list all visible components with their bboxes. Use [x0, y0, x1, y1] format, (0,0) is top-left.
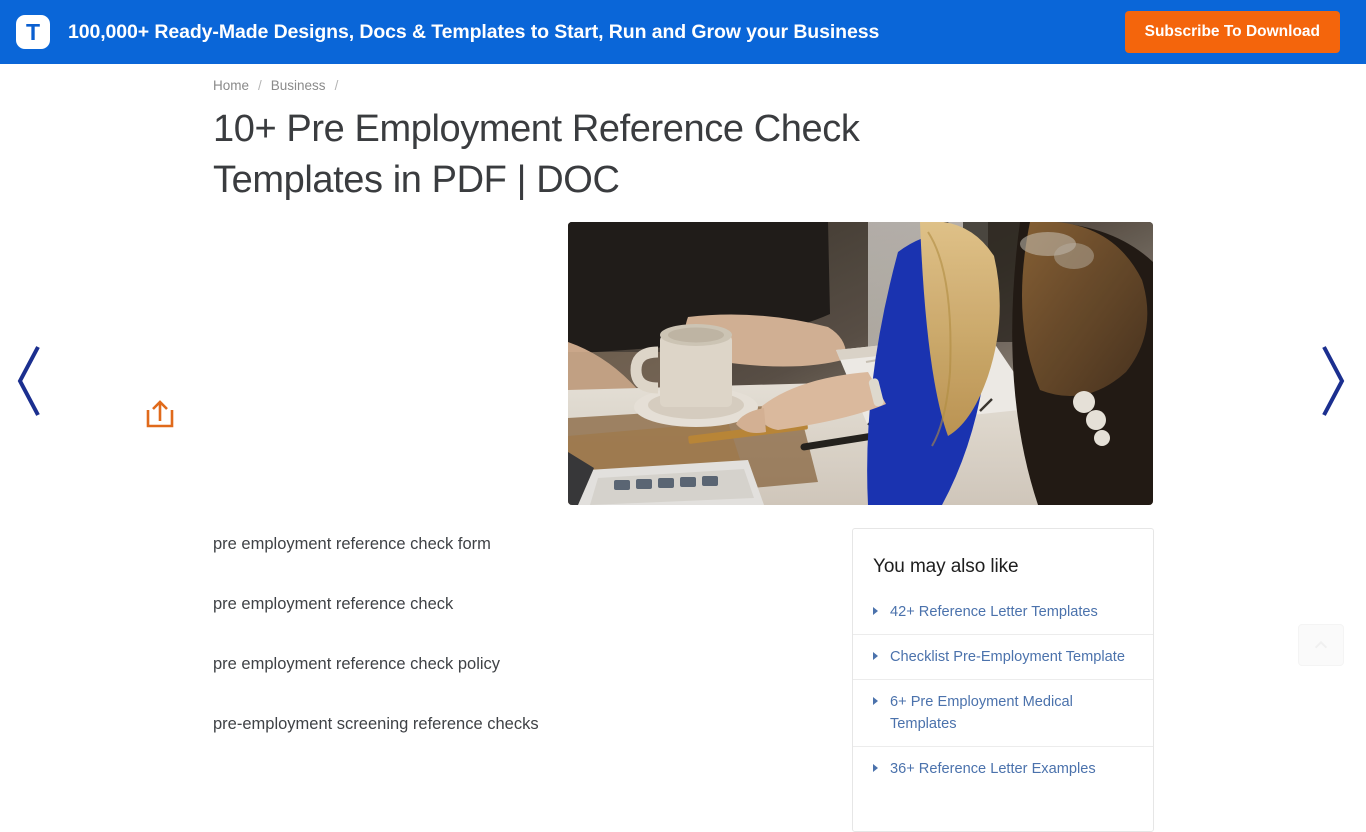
related-link-reference-letter-examples[interactable]: 36+ Reference Letter Examples [873, 747, 1133, 791]
share-upload-icon[interactable] [138, 392, 182, 436]
list-item: 42+ Reference Letter Templates [853, 590, 1153, 635]
breadcrumb-item-home[interactable]: Home [213, 78, 249, 93]
breadcrumb: Home / Business / [213, 78, 347, 93]
related-link-label: 42+ Reference Letter Templates [890, 604, 1098, 620]
subscribe-to-download-button[interactable]: Subscribe To Download [1124, 11, 1340, 53]
promo-banner: T 100,000+ Ready-Made Designs, Docs & Te… [0, 0, 1366, 64]
caret-right-icon [873, 764, 878, 772]
logo-letter: T [25, 18, 41, 45]
caret-right-icon [873, 697, 878, 705]
related-link-reference-letter-templates[interactable]: 42+ Reference Letter Templates [873, 590, 1133, 634]
you-may-also-like-card: You may also like 42+ Reference Letter T… [852, 528, 1154, 832]
keyword-list: pre employment reference check form pre … [213, 534, 813, 774]
template-logo-icon[interactable]: T [16, 15, 50, 49]
chevron-left-icon[interactable] [8, 339, 52, 423]
caret-right-icon [873, 607, 878, 615]
scroll-to-top-button[interactable] [1298, 624, 1344, 666]
breadcrumb-item-business[interactable]: Business [271, 78, 326, 93]
list-item: 6+ Pre Employment Medical Templates [853, 680, 1153, 747]
related-link-label: Checklist Pre-Employment Template [890, 649, 1125, 665]
breadcrumb-separator: / [258, 78, 262, 93]
chevron-right-icon[interactable] [1310, 339, 1354, 423]
promo-headline: 100,000+ Ready-Made Designs, Docs & Temp… [68, 20, 880, 43]
breadcrumb-separator: / [334, 78, 339, 93]
hero-image [568, 222, 1153, 505]
related-link-label: 36+ Reference Letter Examples [890, 761, 1096, 777]
related-link-pre-employment-medical[interactable]: 6+ Pre Employment Medical Templates [873, 680, 1133, 746]
list-item: pre employment reference check [213, 595, 454, 613]
related-link-checklist-pre-employment[interactable]: Checklist Pre-Employment Template [873, 635, 1133, 679]
list-item: pre employment reference check form [213, 535, 491, 553]
list-item: Checklist Pre-Employment Template [853, 635, 1153, 680]
list-item: 36+ Reference Letter Examples [853, 747, 1153, 791]
list-item: pre employment reference check policy [213, 655, 501, 673]
caret-right-icon [873, 652, 878, 660]
chevron-up-icon [1314, 640, 1328, 649]
list-item: pre-employment screening reference check… [213, 715, 539, 733]
related-links-list: 42+ Reference Letter Templates Checklist… [853, 590, 1153, 791]
you-may-also-like-title: You may also like [873, 556, 1019, 577]
related-link-label: 6+ Pre Employment Medical Templates [890, 694, 1073, 732]
page-body: Home / Business / 10+ Pre Employment Ref… [0, 64, 1366, 832]
page-title: 10+ Pre Employment Reference Check Templ… [213, 108, 860, 201]
